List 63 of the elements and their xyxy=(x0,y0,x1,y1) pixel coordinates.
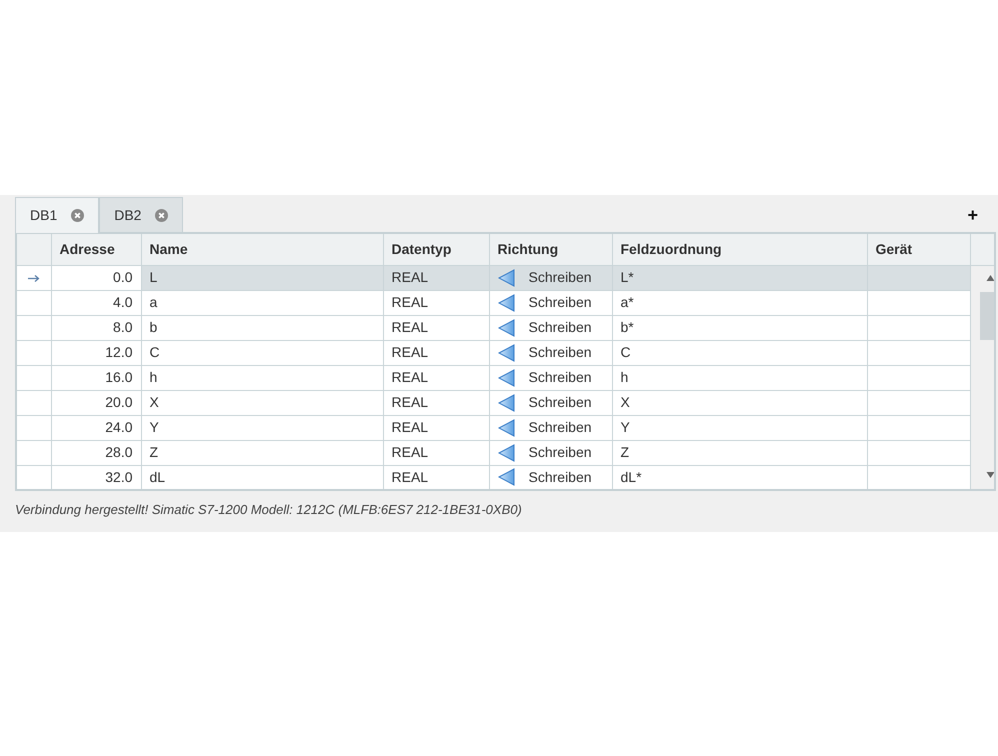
table-cell: C xyxy=(612,340,867,365)
table-cell: 20.0 xyxy=(51,390,141,415)
table-cell: L xyxy=(141,265,383,290)
table-cell: 12.0 xyxy=(51,340,141,365)
table-cell-text: Schreiben xyxy=(528,393,592,412)
table-cell: Z xyxy=(141,440,383,465)
table-cell: REAL xyxy=(383,415,489,440)
table-cell: 0.0 xyxy=(51,265,141,290)
table-cell-text: Schreiben xyxy=(528,468,592,487)
table-cell-text: Schreiben xyxy=(528,368,592,387)
table-cell: REAL xyxy=(383,390,489,415)
table-cell: a* xyxy=(612,290,867,315)
left-arrow-icon xyxy=(498,318,514,336)
table-cell: b xyxy=(141,315,383,340)
table-cell: X xyxy=(612,390,867,415)
left-arrow-icon xyxy=(498,394,514,412)
left-arrow-icon xyxy=(498,294,514,312)
table-cell: REAL xyxy=(383,365,489,390)
table-cell: 24.0 xyxy=(51,415,141,440)
table-cell-text: Schreiben xyxy=(528,293,592,312)
table-cell: b* xyxy=(612,315,867,340)
column-header[interactable]: Adresse xyxy=(51,233,141,265)
add-button[interactable]: + xyxy=(951,206,994,224)
current-row-icon xyxy=(28,274,40,283)
table-cell-text: Schreiben xyxy=(528,318,592,337)
column-header[interactable]: Feldzuordnung xyxy=(612,233,867,265)
table-cell: 4.0 xyxy=(51,290,141,315)
table-cell: REAL xyxy=(383,290,489,315)
left-arrow-icon xyxy=(498,418,514,436)
left-arrow-icon xyxy=(498,468,514,486)
table-cell: a xyxy=(141,290,383,315)
table-cell: 16.0 xyxy=(51,365,141,390)
left-arrow-icon xyxy=(498,368,514,386)
close-icon[interactable] xyxy=(155,208,168,222)
table-cell: h xyxy=(141,365,383,390)
tab[interactable]: DB2 xyxy=(99,197,184,232)
table-cell: X xyxy=(141,390,383,415)
table-cell-text: Schreiben xyxy=(528,268,592,287)
left-arrow-icon xyxy=(498,268,514,286)
column-header[interactable]: Datentyp xyxy=(383,233,489,265)
table-cell-text: Schreiben xyxy=(528,443,592,462)
table-cell: REAL xyxy=(383,265,489,290)
column-header[interactable]: Name xyxy=(141,233,383,265)
table-cell-text: Schreiben xyxy=(528,418,592,437)
table-cell: h xyxy=(612,365,867,390)
table-cell: Y xyxy=(612,415,867,440)
table-cell: REAL xyxy=(383,340,489,365)
close-icon[interactable] xyxy=(71,209,84,222)
table-cell: Z xyxy=(612,440,867,465)
left-arrow-icon xyxy=(498,444,514,462)
table-cell-text: Schreiben xyxy=(528,343,592,362)
tab[interactable]: DB1 xyxy=(15,197,100,233)
table-cell: REAL xyxy=(383,315,489,340)
table-cell: L* xyxy=(612,265,867,290)
status-text: Verbindung hergestellt! Simatic S7-1200 Modell: 1212C (MLFB:6ES7 212-1BE31-0XB0) xyxy=(15,501,523,519)
left-arrow-icon xyxy=(498,344,514,362)
table-cell: Y xyxy=(141,415,383,440)
table-cell: 28.0 xyxy=(51,440,141,465)
table-cell: REAL xyxy=(383,440,489,465)
table-cell: 8.0 xyxy=(51,315,141,340)
column-header[interactable]: Gerät xyxy=(867,233,970,265)
column-header[interactable]: Richtung xyxy=(489,233,612,265)
table-cell: C xyxy=(141,340,383,365)
